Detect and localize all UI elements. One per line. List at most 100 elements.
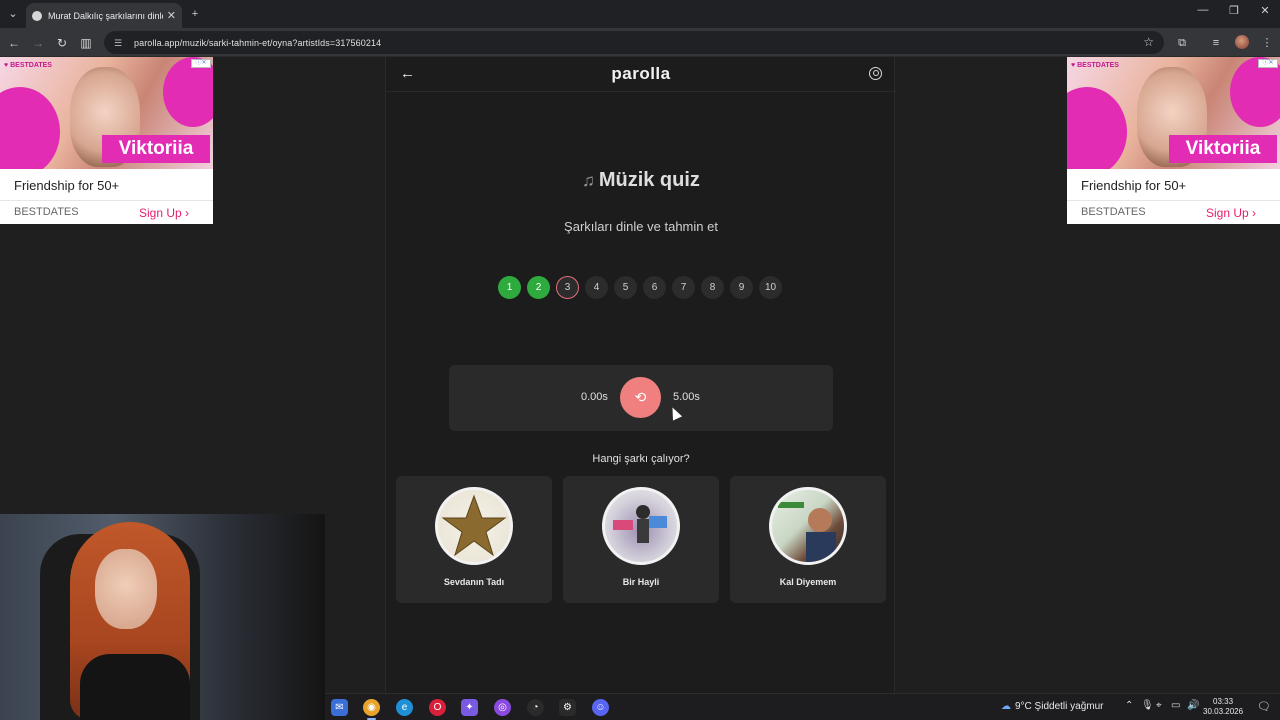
brand-logo[interactable]: parolla: [386, 64, 896, 84]
url-text: parolla.app/muzik/sarki-tahmin-et/oyna?a…: [134, 37, 382, 48]
figure-cover-art: [613, 505, 667, 543]
album-cover: [435, 487, 513, 565]
webcam-overlay: [0, 514, 325, 720]
answer-option[interactable]: Bir Hayli: [563, 476, 719, 603]
repeat-icon: ⟲: [634, 389, 647, 405]
rain-cloud-icon: ☁: [1001, 701, 1011, 712]
edge-icon[interactable]: e: [396, 699, 413, 716]
minimize-icon[interactable]: —: [1186, 4, 1220, 16]
progress-step: 5: [614, 276, 637, 299]
option-title: Sevdanın Tadı: [443, 577, 505, 587]
time-start: 0.00s: [581, 391, 608, 403]
tab-title: Murat Dalkılıç şarkılarını dinle ve tahm…: [48, 10, 163, 21]
notification-icon[interactable]: 🗨: [1257, 700, 1271, 713]
progress-step: 8: [701, 276, 724, 299]
progress-step: 6: [643, 276, 666, 299]
question-text: Hangi şarkı çalıyor?: [592, 453, 690, 465]
obs-icon[interactable]: ◎: [494, 699, 511, 716]
ad-cta-label: Sign Up: [1206, 206, 1249, 220]
tab-favicon-icon: [32, 10, 42, 21]
answer-options: Sevdanın Tadı Bir Hayli Kal Diyemem: [396, 476, 886, 603]
microphone-icon[interactable]: 🎙: [1141, 700, 1154, 711]
progress-step: 9: [730, 276, 753, 299]
back-icon[interactable]: ←: [5, 34, 23, 52]
cursor-tray-icon[interactable]: ⌖: [1156, 700, 1162, 711]
copilot-icon[interactable]: ✦: [461, 699, 478, 716]
ad-cta-label: Sign Up: [139, 206, 182, 220]
tray-chevron-icon[interactable]: ⌃: [1125, 700, 1133, 711]
tab-close-icon[interactable]: ✕: [167, 9, 176, 22]
clock-time: 03:33: [1213, 697, 1234, 706]
progress-step: 4: [585, 276, 608, 299]
close-window-icon[interactable]: ✕: [1248, 4, 1280, 17]
ad-brand-tag: ♥ BESTDATES: [1071, 62, 1119, 69]
windows-taskbar: ✉ ◉ e O ✦ ◎ ◔ ⚙ ☺ ☁ 9°C Şiddetli yağmur ⌃…: [325, 693, 1280, 720]
right-ad[interactable]: ♥ BESTDATES ⓘ✕ Viktoriia Friendship for …: [1067, 57, 1280, 224]
ad-brand-tag: ♥ BESTDATES: [4, 62, 52, 69]
chevron-right-icon: ›: [1252, 206, 1257, 220]
clock-date: 30.03.2026: [1203, 707, 1244, 716]
ad-brand: BESTDATES: [14, 206, 79, 218]
left-ad[interactable]: ♥ BESTDATES ⓘ✕ Viktoriia Friendship for …: [0, 57, 213, 224]
bookmark-star-icon[interactable]: ☆: [1143, 35, 1154, 49]
settings-gear-icon[interactable]: ⚙: [559, 699, 576, 716]
browser-tab-bar: ⌄ Murat Dalkılıç şarkılarını dinle ve ta…: [0, 0, 1280, 28]
side-panel-icon[interactable]: ▥: [77, 34, 95, 52]
adchoices-icon[interactable]: ⓘ✕: [191, 59, 211, 68]
portrait-cover-art: [778, 502, 836, 562]
discord-icon[interactable]: ☺: [592, 699, 609, 716]
extensions-icon[interactable]: ⧉: [1173, 34, 1191, 52]
network-icon[interactable]: ▭: [1171, 700, 1180, 711]
app-header: ← parolla: [386, 57, 896, 92]
option-title: Bir Hayli: [622, 577, 660, 587]
option-title: Kal Diyemem: [779, 577, 837, 587]
ad-headline: Friendship for 50+: [14, 178, 120, 193]
quiz-title: ♫ Müzik quiz: [386, 169, 896, 192]
progress-step: 1: [498, 276, 521, 299]
menu-kebab-icon[interactable]: ⋮: [1258, 34, 1276, 52]
progress-step-current: 3: [556, 276, 579, 299]
volume-icon[interactable]: 🔊: [1187, 700, 1199, 711]
music-note-icon: ♫: [582, 171, 595, 190]
mail-app-icon[interactable]: ✉: [331, 699, 348, 716]
system-clock[interactable]: 03:33 30.03.2026: [1203, 697, 1243, 717]
tab-search-icon[interactable]: ⌄: [4, 5, 22, 23]
chevron-right-icon: ›: [185, 206, 190, 220]
media-controls-icon[interactable]: ≡: [1207, 34, 1225, 52]
browser-toolbar: ← → ↻ ▥ ☰ parolla.app/muzik/sarki-tahmin…: [0, 28, 1280, 57]
quiz-subtitle: Şarkıları dinle ve tahmin et: [564, 219, 718, 234]
star-cover-art: [441, 494, 507, 557]
forward-icon[interactable]: →: [29, 34, 47, 52]
ad-name-box: Viktoriia: [102, 135, 210, 163]
new-tab-icon[interactable]: +: [186, 5, 204, 23]
user-profile-icon[interactable]: [869, 67, 882, 80]
quiz-title-text: Müzik quiz: [598, 169, 700, 191]
reload-icon[interactable]: ↻: [53, 34, 71, 52]
replay-button[interactable]: ⟲: [620, 377, 661, 418]
answer-option[interactable]: Sevdanın Tadı: [396, 476, 552, 603]
adchoices-icon[interactable]: ⓘ✕: [1258, 59, 1278, 68]
question-progress: 1 2 3 4 5 6 7 8 9 10: [498, 276, 782, 299]
ad-headline: Friendship for 50+: [1081, 178, 1187, 193]
time-end: 5.00s: [673, 391, 700, 403]
progress-step: 10: [759, 276, 782, 299]
ad-signup-link[interactable]: Sign Up ›: [139, 206, 189, 220]
chrome-icon[interactable]: ◉: [363, 699, 380, 720]
weather-widget[interactable]: ☁ 9°C Şiddetli yağmur: [1001, 701, 1103, 712]
performance-icon[interactable]: ◔: [527, 699, 544, 716]
browser-tab[interactable]: Murat Dalkılıç şarkılarını dinle ve tahm…: [26, 3, 182, 28]
answer-option[interactable]: Kal Diyemem: [730, 476, 886, 603]
profile-avatar[interactable]: [1235, 35, 1249, 49]
album-cover: [602, 487, 680, 565]
progress-step: 2: [527, 276, 550, 299]
progress-step: 7: [672, 276, 695, 299]
weather-text: 9°C Şiddetli yağmur: [1015, 701, 1104, 712]
restore-icon[interactable]: ❐: [1217, 4, 1251, 17]
site-info-icon[interactable]: ☰: [114, 38, 126, 48]
opera-icon[interactable]: O: [429, 699, 446, 716]
album-cover: [769, 487, 847, 565]
ad-signup-link[interactable]: Sign Up ›: [1206, 206, 1256, 220]
address-bar[interactable]: ☰ parolla.app/muzik/sarki-tahmin-et/oyna…: [104, 31, 1164, 54]
audio-player: 0.00s ⟲ 5.00s: [449, 365, 833, 431]
ad-brand: BESTDATES: [1081, 206, 1146, 218]
